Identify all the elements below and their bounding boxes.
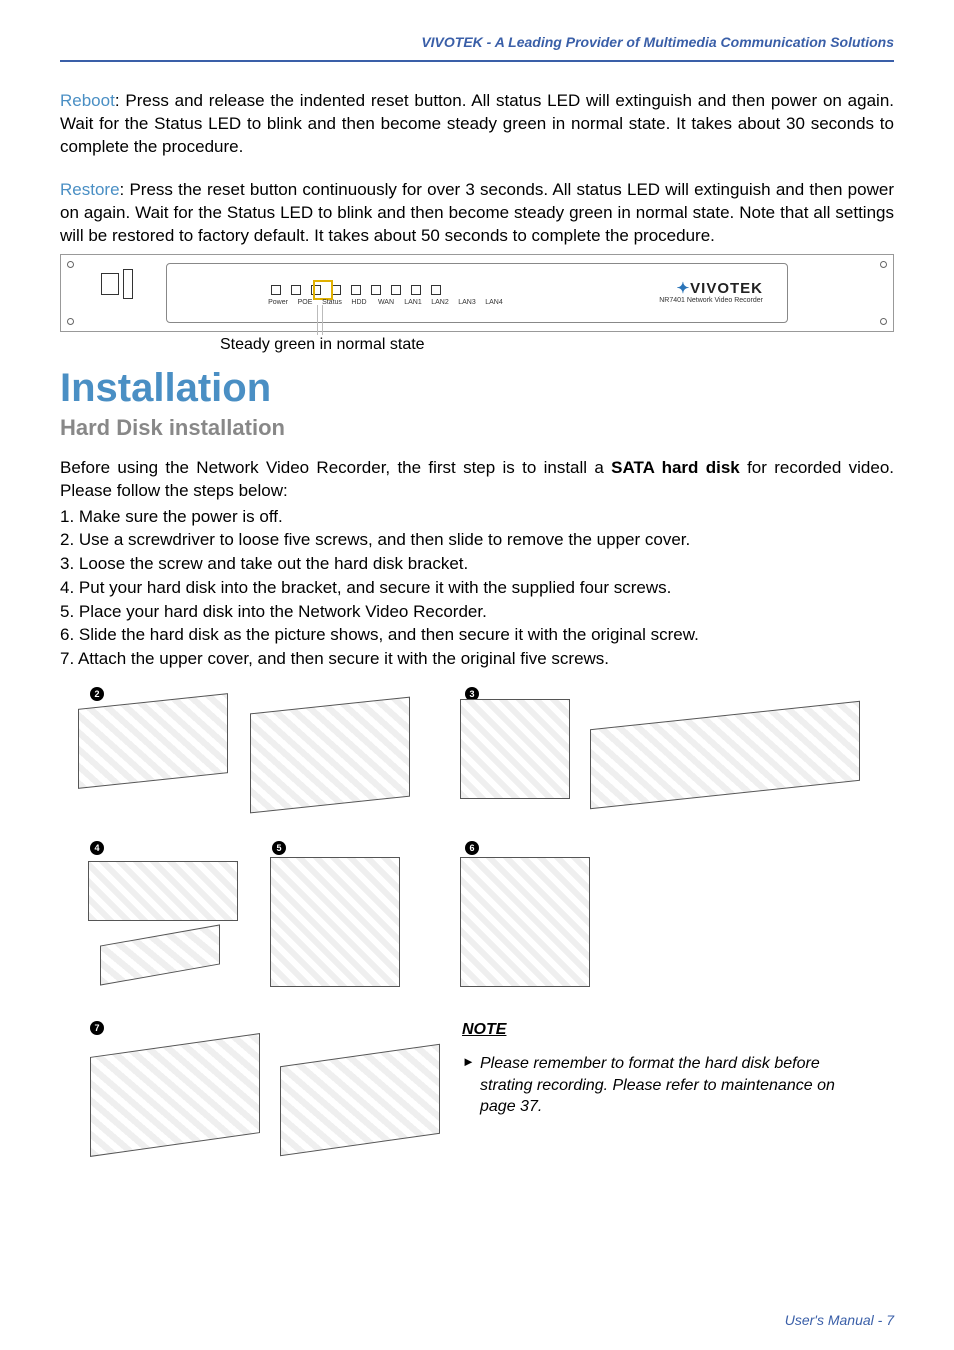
illustration-7a xyxy=(90,1033,260,1157)
status-led-highlight-icon xyxy=(313,280,333,300)
brand-subtext: NR7401 Network Video Recorder xyxy=(659,297,763,304)
restore-text: : Press the reset button continuously fo… xyxy=(60,180,894,245)
illustration-3a xyxy=(460,699,570,799)
device-front-panel-diagram: Power POE Status HDD WAN LAN1 LAN2 LAN3 … xyxy=(60,254,894,332)
illustration-7b xyxy=(280,1044,440,1156)
note-block: NOTE Please remember to format the hard … xyxy=(462,1021,862,1118)
illustration-grid: 2 3 4 5 6 7 NOTE Please remember to form… xyxy=(60,685,894,1175)
led-label: LAN2 xyxy=(428,299,452,306)
led-label: Power xyxy=(266,299,290,306)
step-badge: 5 xyxy=(272,841,286,855)
step-badge: 2 xyxy=(90,687,104,701)
note-body: Please remember to format the hard disk … xyxy=(462,1053,862,1118)
step-badge: 7 xyxy=(90,1021,104,1035)
step-item: 7. Attach the upper cover, and then secu… xyxy=(60,647,894,671)
led-label: LAN1 xyxy=(401,299,425,306)
header-text: VIVOTEK - A Leading Provider of Multimed… xyxy=(421,34,894,50)
intro-paragraph: Before using the Network Video Recorder,… xyxy=(60,457,894,503)
reboot-text: : Press and release the indented reset b… xyxy=(60,91,894,156)
reboot-paragraph: Reboot: Press and release the indented r… xyxy=(60,90,894,159)
step-badge: 4 xyxy=(90,841,104,855)
step-item: 3. Loose the screw and take out the hard… xyxy=(60,552,894,576)
led-label: POE xyxy=(293,299,317,306)
section-title: Installation xyxy=(60,366,894,411)
led-label: HDD xyxy=(347,299,371,306)
brand-logo: ✦VIVOTEK xyxy=(659,279,763,297)
reboot-label: Reboot xyxy=(60,91,115,110)
led-labels: Power POE Status HDD WAN LAN1 LAN2 LAN3 … xyxy=(266,299,506,306)
illustration-2a xyxy=(78,693,228,789)
step-item: 1. Make sure the power is off. xyxy=(60,505,894,529)
header-rule: VIVOTEK - A Leading Provider of Multimed… xyxy=(60,60,894,62)
vent-icon xyxy=(123,269,133,299)
illustration-4b xyxy=(100,924,220,985)
restore-label: Restore xyxy=(60,180,120,199)
step-item: 2. Use a screwdriver to loose five screw… xyxy=(60,528,894,552)
illustration-6 xyxy=(460,857,590,987)
led-label: Status xyxy=(320,299,344,306)
intro-bold: SATA hard disk xyxy=(611,458,740,477)
steps-list: 1. Make sure the power is off. 2. Use a … xyxy=(60,505,894,672)
diagram-caption: Steady green in normal state xyxy=(220,336,894,354)
step-item: 5. Place your hard disk into the Network… xyxy=(60,600,894,624)
illustration-3b xyxy=(590,701,860,809)
note-heading: NOTE xyxy=(462,1021,862,1039)
led-label: WAN xyxy=(374,299,398,306)
restore-paragraph: Restore: Press the reset button continuo… xyxy=(60,179,894,248)
led-row xyxy=(271,285,441,295)
brand-text: VIVOTEK xyxy=(690,280,763,297)
intro-pre: Before using the Network Video Recorder,… xyxy=(60,458,611,477)
brand-block: ✦VIVOTEK NR7401 Network Video Recorder xyxy=(659,279,763,304)
step-badge: 6 xyxy=(465,841,479,855)
section-subtitle: Hard Disk installation xyxy=(60,415,894,441)
illustration-5 xyxy=(270,857,400,987)
port-icon xyxy=(101,273,119,295)
illustration-4a xyxy=(88,861,238,921)
page-footer: User's Manual - 7 xyxy=(785,1312,894,1328)
illustration-2b xyxy=(250,697,410,814)
step-item: 4. Put your hard disk into the bracket, … xyxy=(60,576,894,600)
led-label: LAN3 xyxy=(455,299,479,306)
step-item: 6. Slide the hard disk as the picture sh… xyxy=(60,623,894,647)
led-label: LAN4 xyxy=(482,299,506,306)
